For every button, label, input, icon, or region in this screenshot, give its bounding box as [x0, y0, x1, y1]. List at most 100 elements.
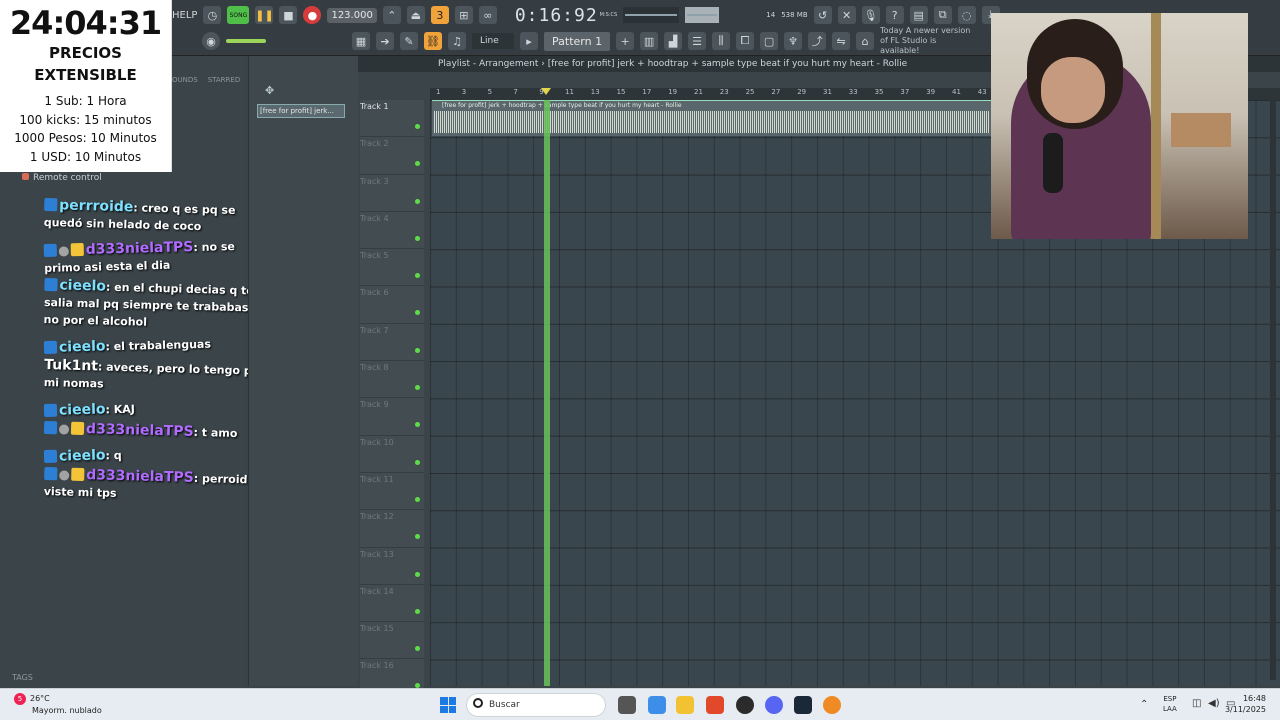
snap-icon[interactable]: ▦ [352, 32, 370, 50]
help-icon[interactable]: ? [885, 6, 904, 24]
track-mute-led[interactable] [415, 124, 420, 129]
move-icon[interactable]: ✥ [265, 84, 274, 97]
clock-icon[interactable]: ◷ [203, 6, 222, 24]
prev-pattern-icon[interactable]: ▸ [520, 32, 538, 50]
audio-clip[interactable]: [free for profit] jerk + hoodtrap + samp… [432, 100, 992, 136]
chat-username[interactable]: cieelo [59, 277, 106, 294]
track-mute-led[interactable] [415, 422, 420, 428]
loop-record-icon[interactable]: ∞ [478, 6, 497, 24]
pitch-slider[interactable] [226, 39, 266, 43]
obs-icon[interactable] [736, 696, 754, 714]
track-header[interactable]: Track 13 [360, 547, 424, 585]
channel-rack-icon[interactable]: ▥ [640, 32, 659, 50]
chat-icon[interactable]: ◌ [957, 6, 976, 24]
track-header[interactable]: Track 12 [360, 510, 424, 548]
remote-control-item[interactable]: Remote control [22, 173, 102, 183]
track-header[interactable]: Track 6 [360, 286, 424, 324]
volume-icon[interactable]: ◀) [1208, 698, 1220, 709]
track-header[interactable]: Track 1 [360, 100, 424, 138]
track-header[interactable]: Track 5 [360, 249, 424, 287]
save-icon[interactable]: ▤ [909, 6, 928, 24]
track-mute-led[interactable] [415, 608, 420, 614]
metronome-icon[interactable]: ⌃ [382, 6, 401, 24]
tags-label[interactable]: TAGS [12, 673, 33, 682]
tempo-display[interactable]: 123.000 [327, 7, 377, 23]
piano-roll-icon[interactable]: ▟ [664, 32, 683, 50]
news-ticker[interactable]: Today A newer version of FL Studio is av… [880, 26, 976, 56]
chat-username[interactable]: Tuk1nt [44, 357, 98, 374]
faders-icon[interactable]: ⫼ [712, 32, 731, 50]
mixer-icon[interactable]: ✕ [837, 6, 856, 24]
vertical-scrollbar[interactable] [1270, 100, 1276, 680]
taskbar-search[interactable]: Buscar [466, 693, 606, 717]
track-mute-led[interactable] [415, 496, 420, 502]
step-edit-icon[interactable]: ⊞ [454, 6, 473, 24]
track-header[interactable]: Track 11 [360, 472, 424, 511]
track-mute-led[interactable] [415, 385, 420, 391]
start-icon[interactable] [440, 697, 456, 713]
draw-icon[interactable]: ✎ [400, 32, 418, 50]
clock[interactable]: 16:48 3/11/2025 [1225, 693, 1266, 715]
tray-chevron-icon[interactable]: ⌃ [1140, 699, 1148, 710]
chat-username[interactable]: d333nielaTPS [86, 239, 194, 258]
track-header[interactable]: Track 9 [360, 398, 424, 436]
time-display[interactable]: 0:16:92 [515, 5, 598, 26]
song-mode-button[interactable]: SONG [227, 6, 250, 24]
undo-icon[interactable]: ↺ [813, 6, 832, 24]
brave-browser-icon[interactable] [706, 696, 724, 714]
shop-icon[interactable]: ⌂ [856, 32, 875, 50]
cloud-icon[interactable]: ⇋ [832, 32, 851, 50]
mixer-view-icon[interactable]: ☰ [688, 32, 707, 50]
track-mute-led[interactable] [415, 198, 420, 204]
track-header[interactable]: Track 3 [360, 174, 424, 212]
chat-username[interactable]: d333nielaTPS [86, 421, 194, 440]
track-mute-led[interactable] [415, 235, 420, 241]
file-icon[interactable]: ▢ [760, 32, 779, 50]
add-pattern-icon[interactable]: + [616, 32, 635, 50]
tab-sounds[interactable]: OUNDS [172, 76, 198, 84]
track-mute-led[interactable] [415, 161, 420, 167]
track-header[interactable]: Track 7 [360, 323, 424, 362]
fl-studio-icon[interactable] [823, 696, 841, 714]
task-view-icon[interactable] [618, 696, 636, 714]
wait-icon[interactable]: ⏏ [406, 6, 425, 24]
track-header[interactable]: Track 10 [360, 435, 424, 473]
language-indicator[interactable]: ESP LAA [1163, 694, 1177, 714]
copilot-icon[interactable] [648, 696, 666, 714]
chat-username[interactable]: perrroide [59, 197, 134, 215]
track-mute-led[interactable] [415, 347, 420, 353]
chat-username[interactable]: cieelo [59, 401, 106, 418]
plugin-db-icon[interactable]: ♆ [784, 32, 803, 50]
weather-widget[interactable]: 5 26°C Mayorm. nublado [14, 693, 102, 716]
play-button[interactable]: ❚❚ [255, 6, 274, 24]
chat-username[interactable]: cieelo [59, 447, 106, 464]
bell-icon[interactable]: ♫ [448, 32, 466, 50]
network-icon[interactable]: ◫ [1192, 698, 1201, 709]
browser-icon[interactable]: ⧠ [736, 32, 755, 50]
chat-username[interactable]: d333nielaTPS [86, 467, 194, 486]
snap-mode-select[interactable]: Line [472, 33, 514, 49]
pattern-selector[interactable]: Pattern 1 [544, 31, 611, 51]
track-header[interactable]: Track 14 [360, 584, 424, 623]
file-explorer-icon[interactable] [676, 696, 694, 714]
touch-icon[interactable]: ⤴ [808, 32, 827, 50]
track-mute-led[interactable] [415, 534, 420, 540]
track-mute-led[interactable] [415, 459, 420, 465]
track-header[interactable]: Track 8 [360, 361, 424, 399]
stop-button[interactable]: ■ [279, 6, 298, 24]
microphone-icon[interactable]: 🎙 [861, 6, 880, 24]
track-header[interactable]: Track 15 [360, 622, 424, 660]
record-button[interactable]: ● [303, 6, 322, 24]
tab-starred[interactable]: STARRED [208, 76, 241, 84]
discord-icon[interactable] [765, 696, 783, 714]
playhead-marker[interactable] [541, 88, 551, 95]
chat-username[interactable]: cieelo [59, 338, 106, 355]
steam-icon[interactable] [794, 696, 812, 714]
knob-icon[interactable]: ◉ [202, 32, 220, 50]
help-menu[interactable]: HELP [172, 10, 197, 21]
playlist-icon[interactable]: ➔ [376, 32, 394, 50]
track-header[interactable]: Track 4 [360, 211, 424, 250]
link-icon[interactable]: ⛓ [424, 32, 442, 50]
pattern-clip-source[interactable]: [free for profit] jerk... [257, 104, 345, 118]
track-mute-led[interactable] [415, 310, 420, 316]
